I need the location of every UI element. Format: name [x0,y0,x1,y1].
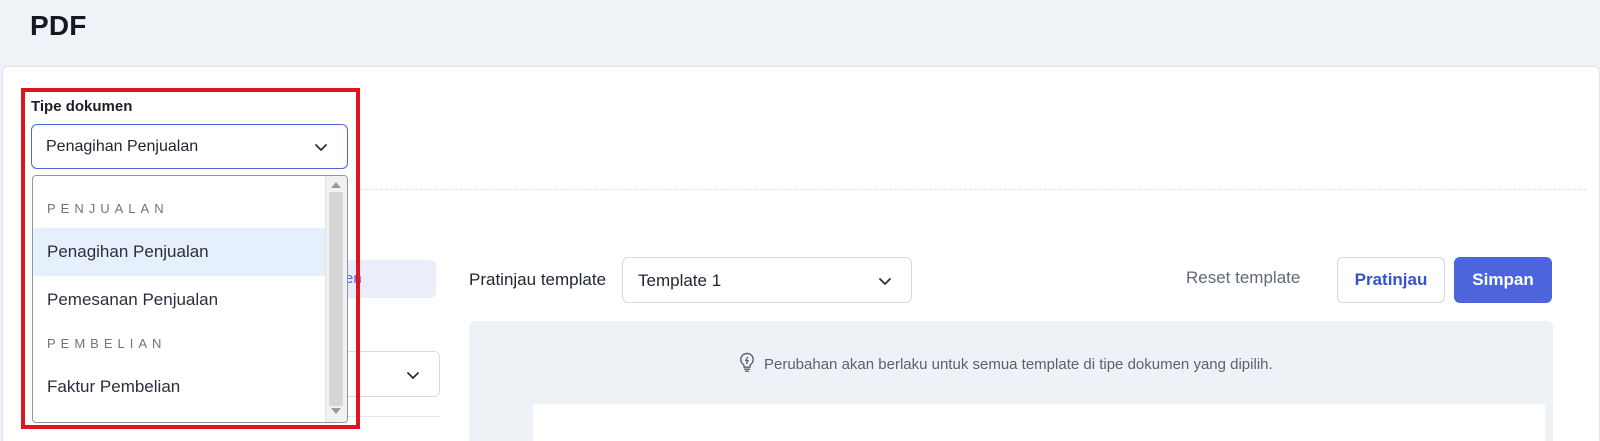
option-item[interactable]: Penagihan Penjualan [33,228,325,276]
doc-type-options-list[interactable]: PENJUALAN Penagihan Penjualan Pemesanan … [32,175,348,423]
option-group-header: PEMBELIAN [47,336,167,351]
preview-button[interactable]: Pratinjau [1337,257,1445,303]
option-group-header: PENJUALAN [47,201,169,216]
chevron-down-icon [877,273,893,294]
template-select-value: Template 1 [638,271,722,290]
option-item[interactable]: Faktur Pembelian [33,363,325,411]
save-button[interactable]: Simpan [1454,257,1552,303]
chevron-down-icon [313,139,329,160]
reset-template-button[interactable]: Reset template [1186,268,1300,288]
option-item[interactable]: Pemesanan Penjualan [33,276,325,324]
section-divider [360,189,1586,190]
scrollbar[interactable] [325,176,347,422]
template-preview-paper [533,404,1545,441]
lightbulb-icon [736,351,758,378]
doc-type-select-value: Penagihan Penjualan [46,138,199,155]
doc-type-label: Tipe dokumen [31,98,133,115]
scroll-up-arrow-icon[interactable] [331,182,341,188]
scroll-down-arrow-icon[interactable] [331,408,341,414]
page-title: PDF [30,10,87,41]
info-message: Perubahan akan berlaku untuk semua templ… [736,351,1273,378]
preview-template-label: Pratinjau template [469,270,607,289]
chevron-down-icon [405,367,421,388]
scrollbar-thumb[interactable] [329,192,343,406]
template-select[interactable]: Template 1 [622,257,912,303]
doc-type-select[interactable]: Penagihan Penjualan [31,124,348,169]
info-text: Perubahan akan berlaku untuk semua templ… [764,356,1273,373]
